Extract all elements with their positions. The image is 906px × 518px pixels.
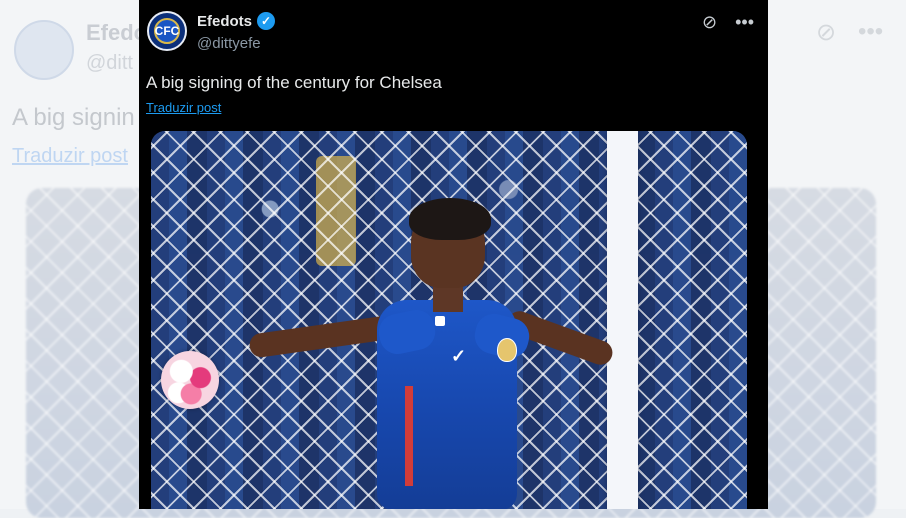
- background-handle: @ditt: [86, 52, 133, 74]
- author-handle[interactable]: @dittyefe: [197, 35, 261, 52]
- chelsea-badge-icon: [497, 338, 517, 362]
- post-top-actions: ⊘ •••: [702, 12, 754, 32]
- post-media-image[interactable]: ✓: [151, 131, 747, 509]
- verified-badge-icon: ✓: [257, 12, 276, 30]
- background-post-text: A big signin: [12, 104, 135, 131]
- author-name-row: Efedots ✓: [197, 12, 276, 30]
- author-avatar[interactable]: CFC: [147, 11, 187, 51]
- background-translate-link: Traduzir post: [12, 145, 128, 167]
- grok-icon[interactable]: ⊘: [702, 12, 717, 32]
- background-display-name: Efedo: [86, 20, 148, 45]
- post-card: CFC Efedots ✓ @dittyefe ⊘ ••• A big sign…: [139, 0, 768, 509]
- wristband: [435, 316, 445, 326]
- more-icon[interactable]: •••: [735, 12, 754, 32]
- player-figure: ✓: [229, 196, 616, 509]
- player-hair: [409, 198, 491, 240]
- translate-post-link[interactable]: Traduzir post: [146, 100, 221, 115]
- football: [161, 351, 219, 409]
- shirt-stripe: [405, 386, 413, 486]
- post-text: A big signing of the century for Chelsea: [146, 73, 442, 92]
- background-avatar: [14, 20, 74, 80]
- background-grok-icon: ⊘: [816, 19, 837, 46]
- goal-post: [607, 131, 638, 509]
- nike-swoosh-icon: ✓: [451, 346, 467, 366]
- author-display-name[interactable]: Efedots: [197, 13, 252, 30]
- club-crest-icon: CFC: [154, 18, 180, 44]
- background-more-icon: •••: [858, 18, 884, 45]
